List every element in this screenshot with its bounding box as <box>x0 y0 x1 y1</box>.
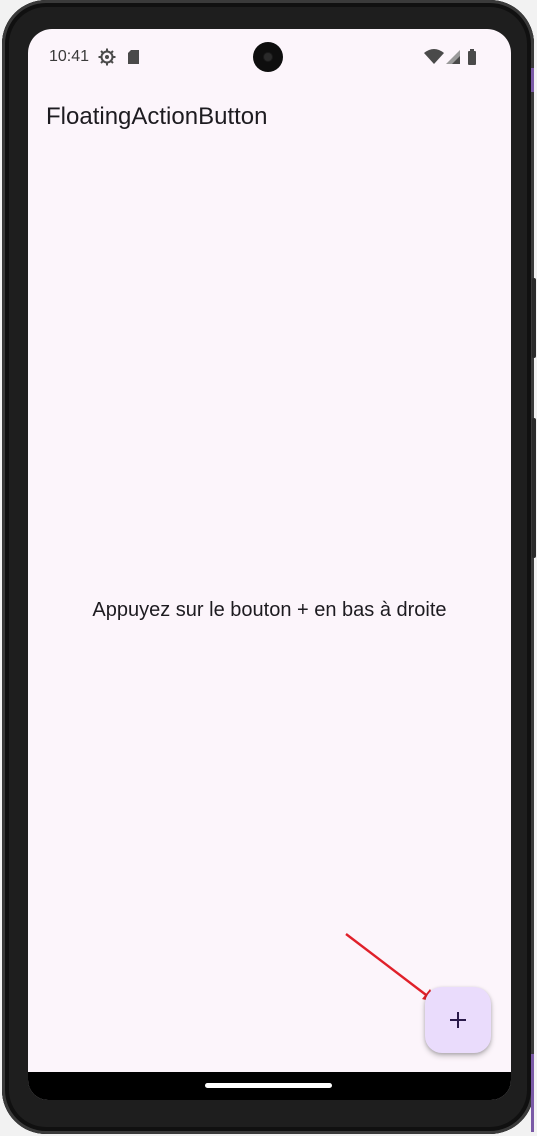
floating-action-button[interactable] <box>425 987 491 1053</box>
wifi-icon <box>424 48 444 66</box>
battery-icon <box>466 48 478 66</box>
device-screen: 10:41 FloatingActionButton Appuyez sur l… <box>28 29 511 1100</box>
settings-gear-icon <box>98 48 116 66</box>
sd-card-icon <box>125 48 143 66</box>
status-bar: 10:41 <box>28 29 511 87</box>
instruction-text: Appuyez sur le bouton + en bas à droite <box>92 599 447 621</box>
app-bar-title: FloatingActionButton <box>46 103 268 130</box>
volume-button <box>532 418 536 558</box>
front-camera <box>253 42 283 72</box>
status-time: 10:41 <box>49 48 90 65</box>
window-edge-accent-bottom <box>531 1054 534 1132</box>
cell-signal-icon <box>445 48 461 66</box>
power-button <box>532 278 536 358</box>
home-gesture-handle[interactable] <box>205 1083 332 1088</box>
phone-frame: 10:41 FloatingActionButton Appuyez sur l… <box>2 0 536 1134</box>
plus-icon <box>450 1012 466 1028</box>
window-edge-accent <box>531 68 534 92</box>
navigation-bar <box>28 1072 511 1100</box>
annotation-arrow <box>345 933 437 1003</box>
camera-lens <box>264 53 272 61</box>
